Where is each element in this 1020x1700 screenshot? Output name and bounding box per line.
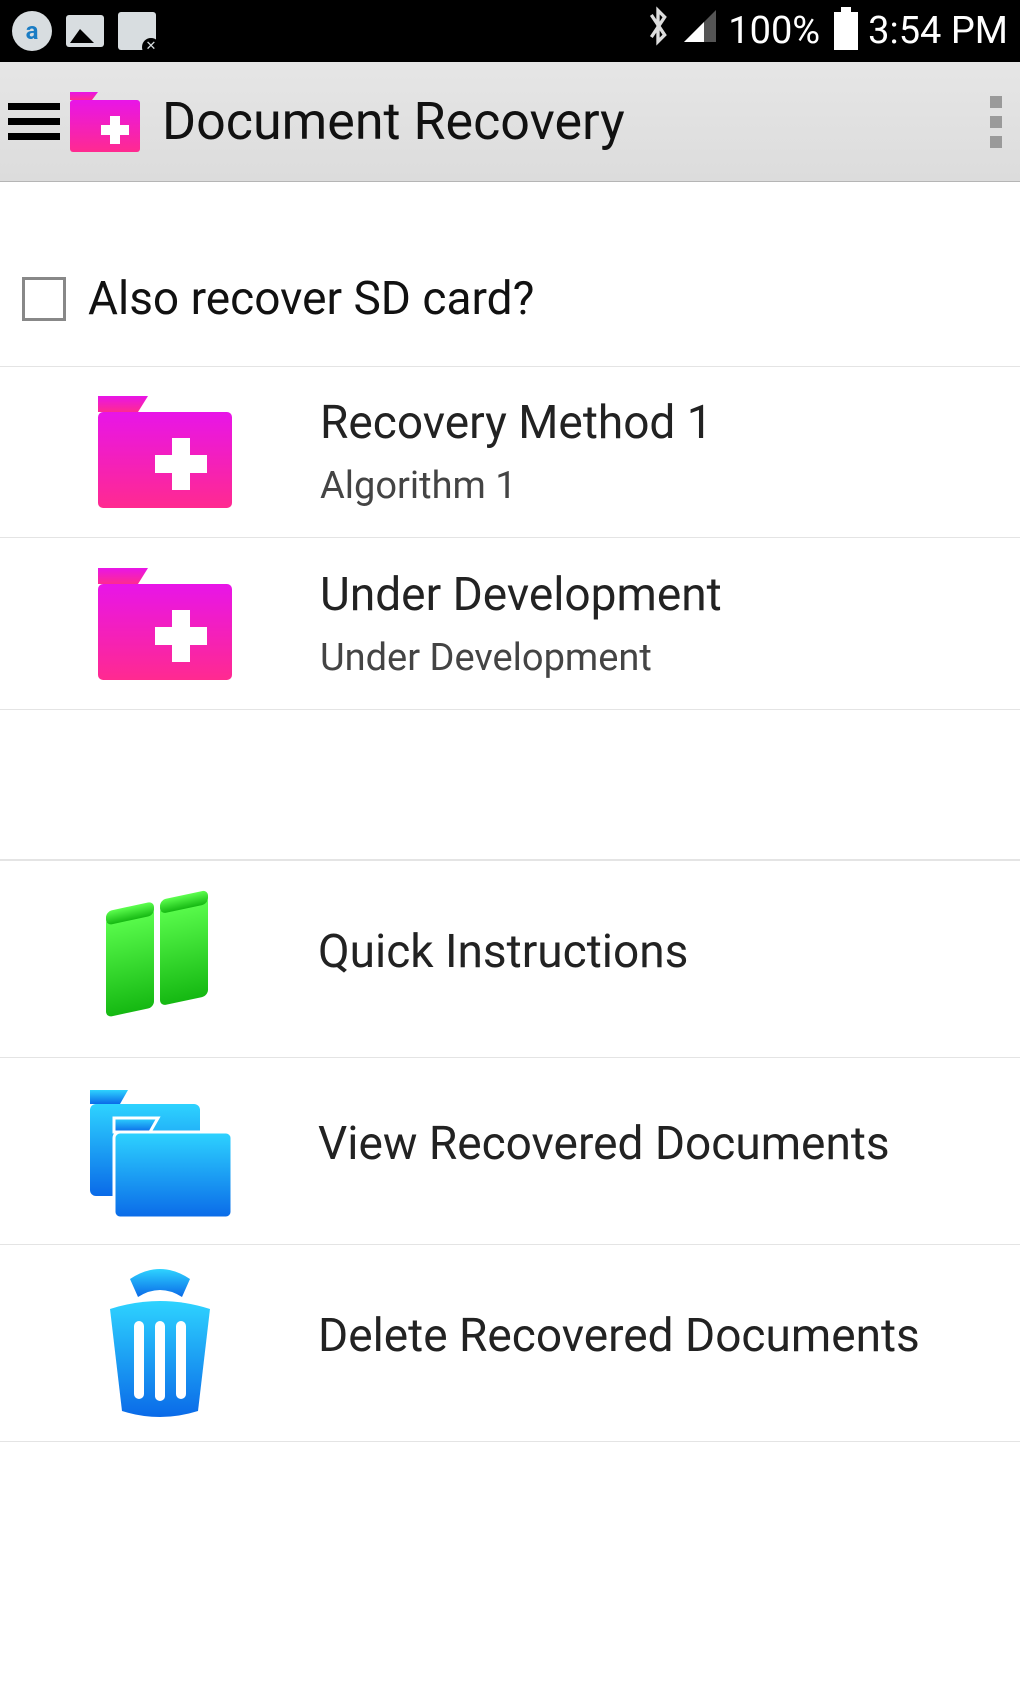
app-bar: Document Recovery (0, 62, 1020, 182)
checkbox-icon[interactable] (22, 277, 66, 321)
view-recovered-documents[interactable]: View Recovered Documents (0, 1058, 1020, 1245)
folder-plus-icon (90, 564, 240, 684)
battery-text: 100% (728, 9, 820, 53)
clock-text: 3:54 PM (868, 9, 1008, 53)
list-item-title: Recovery Method 1 (320, 396, 1000, 450)
list-item-title: View Recovered Documents (318, 1117, 1000, 1171)
list-item-title: Delete Recovered Documents (318, 1309, 1000, 1363)
notification-app-icon: a (12, 11, 52, 51)
list-item-title: Quick Instructions (318, 925, 1000, 979)
delete-recovered-documents[interactable]: Delete Recovered Documents (0, 1245, 1020, 1442)
list-item-subtitle: Under Development (320, 636, 1000, 680)
signal-icon (682, 8, 718, 54)
checkbox-label: Also recover SD card? (88, 272, 534, 326)
menu-button[interactable] (8, 103, 60, 140)
trash-icon (80, 1263, 240, 1423)
overflow-menu-button[interactable] (990, 96, 1002, 148)
books-icon (80, 879, 240, 1039)
recovery-method-1[interactable]: Recovery Method 1 Algorithm 1 (0, 366, 1020, 538)
folders-icon (80, 1076, 240, 1226)
list-item-title: Under Development (320, 568, 1000, 622)
main-content: Also recover SD card? Recovery Method 1 … (0, 182, 1020, 1442)
section-spacer (0, 710, 1020, 860)
bluetooth-icon (644, 6, 672, 56)
sd-card-checkbox-row[interactable]: Also recover SD card? (0, 272, 1020, 366)
folder-plus-icon (90, 392, 240, 512)
battery-icon (834, 12, 858, 50)
page-title: Document Recovery (162, 91, 625, 152)
app-folder-icon (66, 90, 144, 154)
notification-image-icon (66, 15, 104, 47)
quick-instructions[interactable]: Quick Instructions (0, 860, 1020, 1058)
recovery-method-2[interactable]: Under Development Under Development (0, 538, 1020, 710)
notification-doc-icon (118, 12, 156, 50)
list-item-subtitle: Algorithm 1 (320, 464, 1000, 508)
status-bar: a 100% 3:54 PM (0, 0, 1020, 62)
